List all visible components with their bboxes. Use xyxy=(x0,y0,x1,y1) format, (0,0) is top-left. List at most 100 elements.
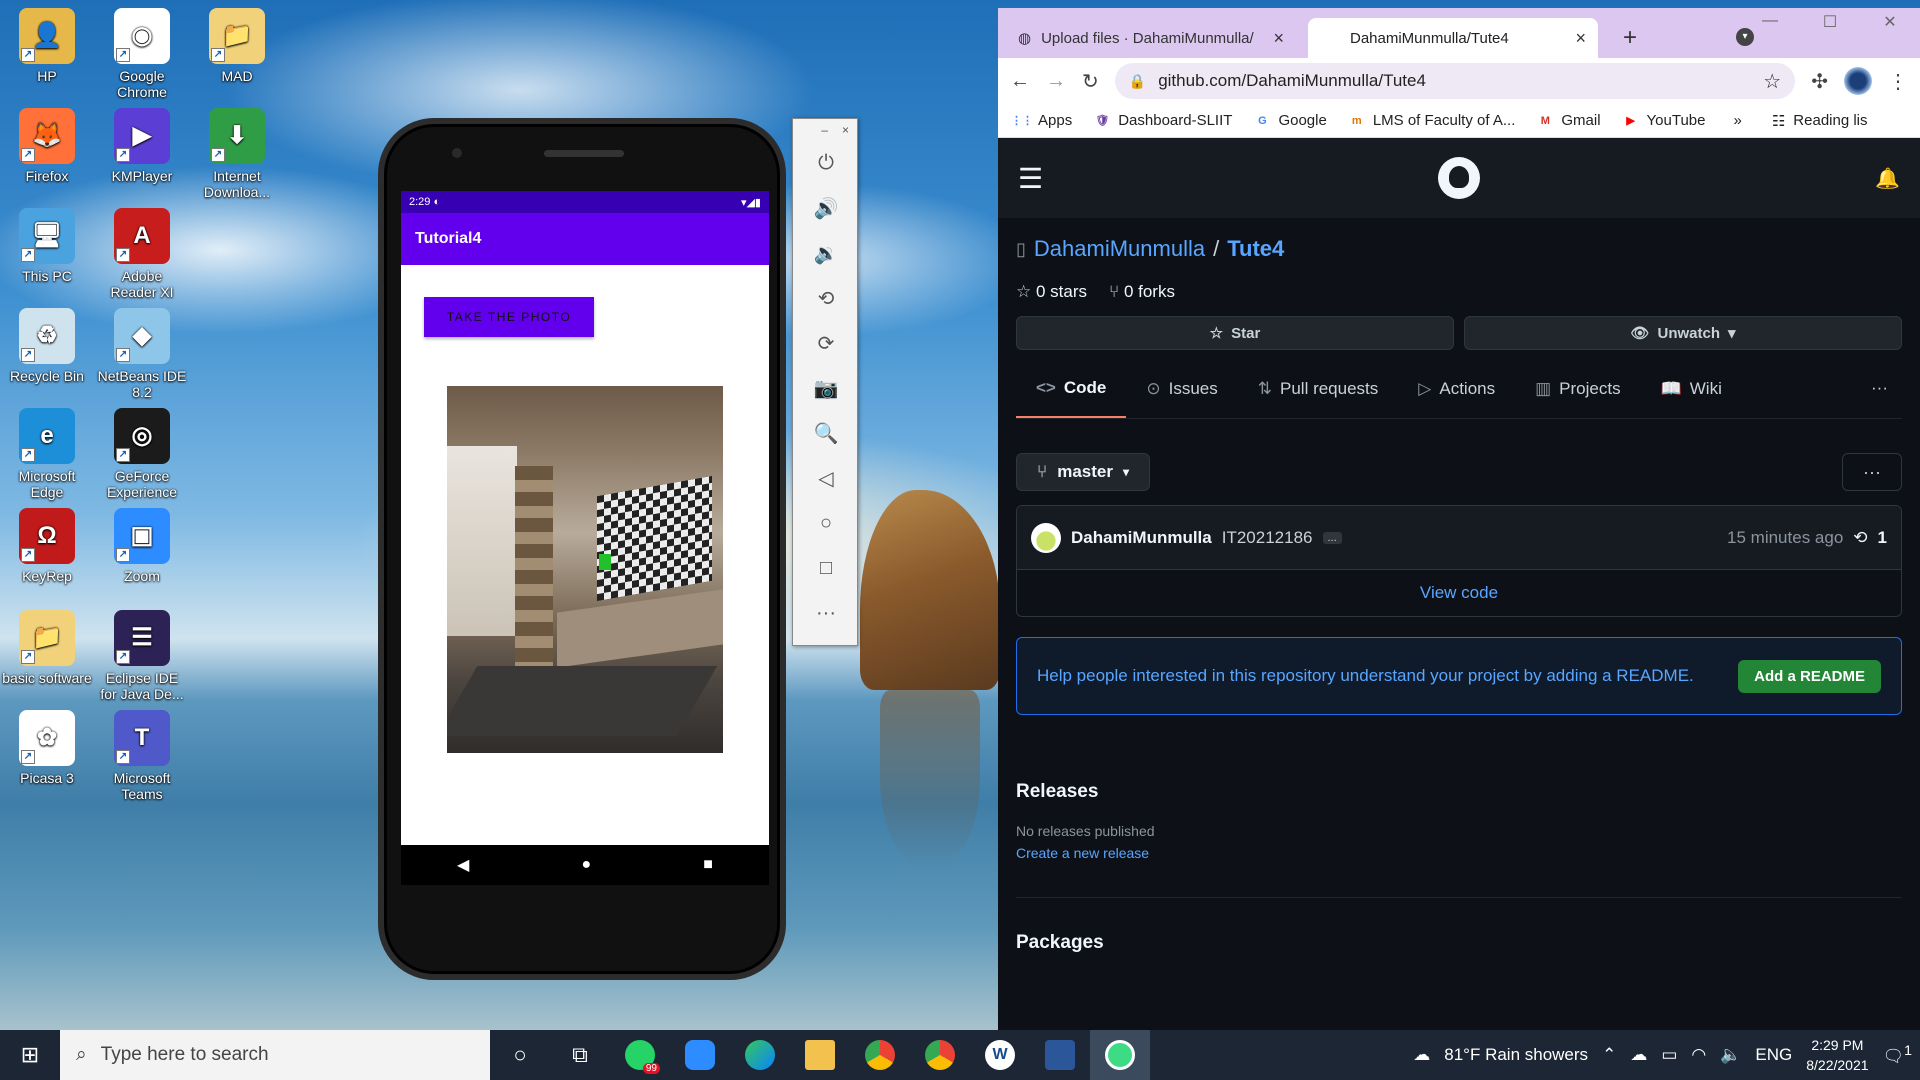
bookmark-gmail[interactable]: M Gmail xyxy=(1537,112,1601,129)
branch-selector[interactable]: ⑂ master ▾ xyxy=(1016,453,1150,491)
bookmark-apps[interactable]: ⋮⋮ Apps xyxy=(1011,112,1072,129)
nav-back-icon[interactable]: ◀ xyxy=(457,855,469,875)
tab-code[interactable]: <> Code xyxy=(1016,366,1127,418)
chrome-menu-icon[interactable]: ⋮ xyxy=(1888,69,1908,94)
commit-expand-button[interactable]: ... xyxy=(1322,531,1342,544)
tab-projects[interactable]: ▥ Projects xyxy=(1515,366,1640,418)
reload-icon[interactable]: ↻ xyxy=(1082,69,1099,94)
back-arrow-icon[interactable]: ← xyxy=(1010,70,1030,93)
hamburger-menu-icon[interactable]: ☰ xyxy=(1018,162,1043,195)
desktop-icon-hp[interactable]: 👤 ↗ HP xyxy=(2,8,92,84)
maximize-icon[interactable]: ☐ xyxy=(1800,12,1860,32)
language-indicator[interactable]: ENG xyxy=(1755,1045,1792,1065)
zoom-taskbar-icon[interactable] xyxy=(670,1030,730,1080)
volume-down-icon[interactable]: 🔉 xyxy=(793,231,859,276)
volume-icon[interactable]: 🔈 xyxy=(1720,1045,1741,1065)
desktop-icon-internet-downloa[interactable]: ⬇ ↗ Internet Downloa... xyxy=(192,108,282,200)
url-text[interactable]: github.com/DahamiMunmulla/Tute4 xyxy=(1158,71,1426,91)
notifications-bell-icon[interactable]: 🔔 xyxy=(1875,166,1900,191)
more-options-button[interactable]: ··· xyxy=(1842,453,1902,491)
commit-author[interactable]: DahamiMunmulla xyxy=(1071,528,1212,548)
edge-taskbar-icon[interactable] xyxy=(730,1030,790,1080)
view-code-link[interactable]: View code xyxy=(1017,570,1901,616)
desktop-icon-geforce-experience[interactable]: ◎ ↗ GeForce Experience xyxy=(97,408,187,500)
chrome-taskbar-icon[interactable] xyxy=(850,1030,910,1080)
star-button[interactable]: ☆ Star xyxy=(1016,316,1454,350)
windows-start-icon[interactable]: ⊞ xyxy=(0,1030,60,1080)
stars-link[interactable]: ☆ 0 stars xyxy=(1016,282,1087,302)
file-explorer-icon[interactable] xyxy=(790,1030,850,1080)
camera-icon[interactable]: 📷 xyxy=(793,366,859,411)
desktop-icon-eclipse-ide-for-java-de[interactable]: ☰ ↗ Eclipse IDE for Java De... xyxy=(97,610,187,702)
commit-time[interactable]: 15 minutes ago xyxy=(1727,528,1843,548)
address-bar[interactable]: 🔒 github.com/DahamiMunmulla/Tute4 ☆ xyxy=(1114,63,1796,99)
whatsapp-icon[interactable]: 99 xyxy=(610,1030,670,1080)
desktop-icon-firefox[interactable]: 🦊 ↗ Firefox xyxy=(2,108,92,184)
author-avatar[interactable] xyxy=(1031,522,1061,553)
clock[interactable]: 2:29 PM 8/22/2021 xyxy=(1806,1035,1868,1075)
profile-avatar[interactable] xyxy=(1844,67,1872,95)
nav-recents-icon[interactable]: ■ xyxy=(703,856,713,874)
bookmark-google[interactable]: G Google xyxy=(1254,112,1327,129)
tab-wiki[interactable]: 📖 Wiki xyxy=(1641,366,1742,418)
new-tab-button[interactable]: + xyxy=(1623,24,1637,52)
create-release-link[interactable]: Create a new release xyxy=(1016,845,1902,861)
bookmark-lms-of-faculty-of-a[interactable]: m LMS of Faculty of A... xyxy=(1349,112,1515,129)
desktop-icon-basic-software[interactable]: 📁 ↗ basic software xyxy=(2,610,92,686)
add-readme-button[interactable]: Add a README xyxy=(1738,659,1881,693)
close-window-icon[interactable]: ✕ xyxy=(1860,12,1920,32)
repo-owner-link[interactable]: DahamiMunmulla xyxy=(1034,236,1205,262)
desktop-icon-microsoft-teams[interactable]: T ↗ Microsoft Teams xyxy=(97,710,187,802)
bookmark-star-icon[interactable]: ☆ xyxy=(1763,69,1781,94)
desktop-icon-this-pc[interactable]: 🖥 ↗ This PC xyxy=(2,208,92,284)
rotate-left-icon[interactable]: ⟲ xyxy=(793,276,859,321)
tab-close-icon[interactable]: × xyxy=(1575,28,1586,49)
commit-message[interactable]: IT20212186 xyxy=(1222,528,1313,548)
overview-icon[interactable]: □ xyxy=(793,546,859,591)
history-icon[interactable]: ⟲ xyxy=(1853,528,1867,548)
chrome-taskbar-icon-2[interactable] xyxy=(910,1030,970,1080)
word-taskbar-icon[interactable] xyxy=(1030,1030,1090,1080)
rotate-right-icon[interactable]: ⟳ xyxy=(793,321,859,366)
desktop-icon-mad[interactable]: 📁 ↗ MAD xyxy=(192,8,282,84)
releases-heading[interactable]: Releases xyxy=(1016,781,1902,803)
bookmark-dashboard-sliit[interactable]: 🛡 Dashboard-SLIIT xyxy=(1094,112,1232,129)
commit-count[interactable]: 1 xyxy=(1878,528,1887,548)
reading-list-button[interactable]: ☷ Reading lis xyxy=(1772,112,1868,130)
desktop-icon-google-chrome[interactable]: ◉ ↗ Google Chrome xyxy=(97,8,187,100)
repo-name-link[interactable]: Tute4 xyxy=(1227,236,1284,262)
github-logo-icon[interactable] xyxy=(1438,157,1481,199)
nav-home-icon[interactable]: ● xyxy=(581,856,591,874)
desktop-icon-zoom[interactable]: ▣ ↗ Zoom xyxy=(97,508,187,584)
power-icon[interactable]: ⏻ xyxy=(793,141,859,186)
tab-issues[interactable]: ⊙ Issues xyxy=(1126,366,1237,418)
phone-screen[interactable]: 2:29 ◐ ▾◢▮ Tutorial4 TAKE THE PHOTO ◀ ● … xyxy=(401,191,769,885)
desktop-icon-adobe-reader-xi[interactable]: A ↗ Adobe Reader XI xyxy=(97,208,187,300)
emulator-close-icon[interactable]: × xyxy=(842,123,849,137)
home-icon[interactable]: ○ xyxy=(793,501,859,546)
cortana-icon[interactable]: ○ xyxy=(490,1030,550,1080)
more-icon[interactable]: ··· xyxy=(793,591,859,636)
volume-up-icon[interactable]: 🔊 xyxy=(793,186,859,231)
wifi-icon[interactable]: ◠ xyxy=(1691,1045,1706,1065)
desktop-icon-keyrep[interactable]: Ω ↗ KeyRep xyxy=(2,508,92,584)
weather-text[interactable]: 81°F Rain showers xyxy=(1444,1045,1588,1065)
emulator-minimize-icon[interactable]: – xyxy=(821,123,828,137)
desktop-icon-recycle-bin[interactable]: ♻ ↗ Recycle Bin xyxy=(2,308,92,384)
minimize-icon[interactable]: — xyxy=(1740,12,1800,32)
bookmarks-overflow-icon[interactable]: » xyxy=(1734,112,1742,129)
desktop-icon-microsoft-edge[interactable]: e ↗ Microsoft Edge xyxy=(2,408,92,500)
take-photo-button[interactable]: TAKE THE PHOTO xyxy=(424,297,594,337)
chevron-up-icon[interactable]: ⌃ xyxy=(1602,1045,1616,1065)
tab-repo-tute4[interactable]: DahamiMunmulla/Tute4 × xyxy=(1308,18,1598,58)
weather-icon[interactable]: ☁ xyxy=(1413,1045,1430,1065)
tab-actions[interactable]: ▷ Actions xyxy=(1398,366,1515,418)
bookmark-youtube[interactable]: ▶ YouTube xyxy=(1623,112,1705,129)
forward-arrow-icon[interactable]: → xyxy=(1046,70,1066,93)
tab-upload-files[interactable]: ◍ Upload files · DahamiMunmulla/ × xyxy=(1006,18,1296,58)
tab-pull-requests[interactable]: ⇅ Pull requests xyxy=(1238,366,1399,418)
android-studio-taskbar-icon[interactable] xyxy=(1090,1030,1150,1080)
task-view-icon[interactable]: ⧉ xyxy=(550,1030,610,1080)
extensions-icon[interactable]: ✣ xyxy=(1811,69,1828,94)
notification-center-icon[interactable]: 🗨1 xyxy=(1883,1043,1912,1067)
